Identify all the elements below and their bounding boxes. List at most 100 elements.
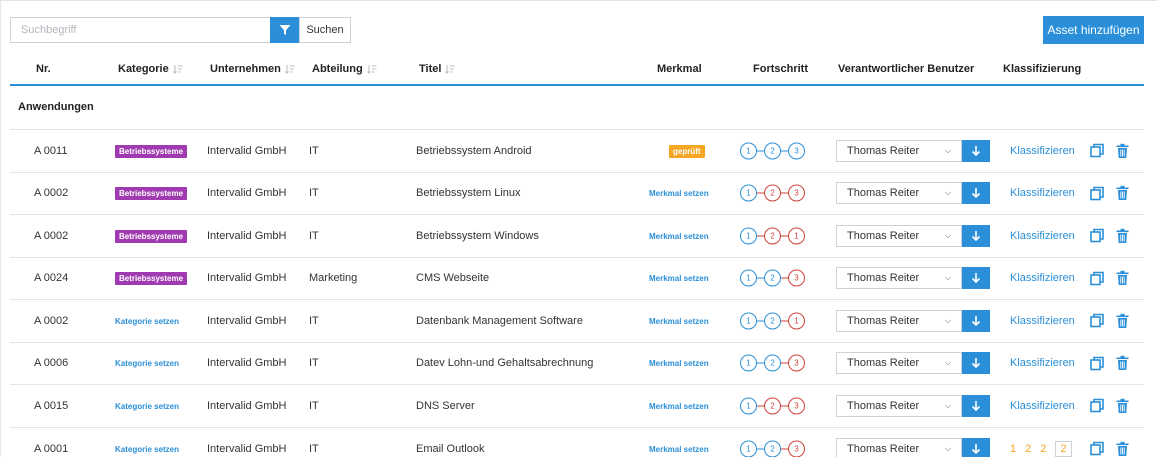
- progress-step[interactable]: 2: [764, 227, 781, 245]
- set-merkmal-link[interactable]: Merkmal setzen: [649, 189, 709, 198]
- assign-user-button[interactable]: [962, 224, 990, 247]
- progress-step[interactable]: 2: [764, 440, 781, 457]
- progress-step[interactable]: 1: [740, 269, 757, 287]
- classification-value[interactable]: 2: [1025, 443, 1031, 455]
- progress-step[interactable]: 2: [764, 354, 781, 372]
- copy-icon[interactable]: [1090, 186, 1104, 201]
- progress-step[interactable]: 1: [740, 184, 757, 202]
- set-category-link[interactable]: Kategorie setzen: [115, 359, 179, 368]
- user-select[interactable]: Thomas Reiter ⌵: [836, 437, 962, 457]
- user-select[interactable]: Thomas Reiter ⌵: [836, 182, 962, 205]
- progress-step[interactable]: 2: [764, 312, 781, 330]
- assign-user-button[interactable]: [962, 139, 990, 162]
- add-asset-button[interactable]: Asset hinzufügen: [1043, 16, 1144, 44]
- column-header-nr[interactable]: Nr.: [36, 63, 51, 75]
- copy-icon[interactable]: [1090, 271, 1104, 286]
- trash-icon[interactable]: [1116, 441, 1129, 456]
- title-cell[interactable]: Betriebssystem Linux: [416, 187, 521, 199]
- classify-link[interactable]: Klassifizieren: [1010, 315, 1075, 327]
- copy-icon[interactable]: [1090, 313, 1104, 328]
- copy-icon[interactable]: [1090, 228, 1104, 243]
- user-select[interactable]: Thomas Reiter ⌵: [836, 309, 962, 332]
- classify-link[interactable]: Klassifizieren: [1010, 187, 1075, 199]
- progress-step[interactable]: 3: [788, 440, 805, 457]
- progress-step[interactable]: 3: [788, 397, 805, 415]
- search-button[interactable]: Suchen: [299, 17, 351, 43]
- assign-user-button[interactable]: [962, 309, 990, 332]
- progress-step[interactable]: 2: [764, 397, 781, 415]
- trash-icon[interactable]: [1116, 143, 1129, 158]
- progress-step[interactable]: 1: [740, 142, 757, 160]
- progress-step[interactable]: 1: [740, 354, 757, 372]
- progress-step[interactable]: 1: [788, 312, 805, 330]
- progress-step[interactable]: 1: [740, 397, 757, 415]
- set-category-link[interactable]: Kategorie setzen: [115, 445, 179, 454]
- user-select[interactable]: Thomas Reiter ⌵: [836, 224, 962, 247]
- copy-icon[interactable]: [1090, 398, 1104, 413]
- classify-link[interactable]: Klassifizieren: [1010, 400, 1075, 412]
- assign-user-button[interactable]: [962, 182, 990, 205]
- trash-icon[interactable]: [1116, 271, 1129, 286]
- title-cell[interactable]: Betriebssystem Android: [416, 145, 532, 157]
- trash-icon[interactable]: [1116, 356, 1129, 371]
- progress-step[interactable]: 1: [788, 227, 805, 245]
- set-merkmal-link[interactable]: Merkmal setzen: [649, 274, 709, 283]
- column-header-unternehmen-label: Unternehmen: [210, 63, 281, 75]
- assign-user-button[interactable]: [962, 394, 990, 417]
- copy-icon[interactable]: [1090, 441, 1104, 456]
- classification-value[interactable]: 2: [1055, 440, 1072, 457]
- search-input[interactable]: [10, 17, 270, 43]
- classify-link[interactable]: Klassifizieren: [1010, 272, 1075, 284]
- trash-icon[interactable]: [1116, 313, 1129, 328]
- user-select-value: Thomas Reiter: [847, 314, 920, 327]
- title-cell[interactable]: CMS Webseite: [416, 272, 489, 284]
- classify-link[interactable]: Klassifizieren: [1010, 357, 1075, 369]
- progress-step[interactable]: 2: [764, 269, 781, 287]
- progress-steps: 123: [740, 354, 805, 372]
- trash-icon[interactable]: [1116, 186, 1129, 201]
- set-category-link[interactable]: Kategorie setzen: [115, 402, 179, 411]
- copy-icon[interactable]: [1090, 143, 1104, 158]
- assign-user-button[interactable]: [962, 352, 990, 375]
- title-cell[interactable]: Datenbank Management Software: [416, 315, 583, 327]
- trash-icon[interactable]: [1116, 228, 1129, 243]
- classification-value[interactable]: 1: [1010, 443, 1016, 455]
- set-merkmal-link[interactable]: Merkmal setzen: [649, 445, 709, 454]
- progress-step[interactable]: 1: [740, 312, 757, 330]
- user-select[interactable]: Thomas Reiter ⌵: [836, 139, 962, 162]
- progress-step[interactable]: 3: [788, 269, 805, 287]
- column-header-unternehmen[interactable]: Unternehmen: [210, 63, 295, 75]
- user-select[interactable]: Thomas Reiter ⌵: [836, 352, 962, 375]
- column-header-kategorie[interactable]: Kategorie: [118, 63, 183, 75]
- user-select[interactable]: Thomas Reiter ⌵: [836, 267, 962, 290]
- title-cell[interactable]: Email Outlook: [416, 443, 484, 455]
- title-cell[interactable]: DNS Server: [416, 400, 475, 412]
- sort-icon: [366, 65, 377, 74]
- assign-user-button[interactable]: [962, 267, 990, 290]
- progress-step[interactable]: 2: [764, 142, 781, 160]
- responsible-user-cell: Thomas Reiter ⌵: [836, 139, 990, 162]
- set-merkmal-link[interactable]: Merkmal setzen: [649, 402, 709, 411]
- classification-value[interactable]: 2: [1040, 443, 1046, 455]
- progress-step[interactable]: 3: [788, 354, 805, 372]
- classify-link[interactable]: Klassifizieren: [1010, 230, 1075, 242]
- progress-step[interactable]: 2: [764, 184, 781, 202]
- progress-step[interactable]: 3: [788, 142, 805, 160]
- column-header-abteilung[interactable]: Abteilung: [312, 63, 377, 75]
- column-header-titel[interactable]: Titel: [419, 63, 455, 75]
- title-cell[interactable]: Datev Lohn-und Gehaltsabrechnung: [416, 357, 593, 369]
- progress-step[interactable]: 3: [788, 184, 805, 202]
- progress-step[interactable]: 1: [740, 227, 757, 245]
- set-category-link[interactable]: Kategorie setzen: [115, 317, 179, 326]
- user-select[interactable]: Thomas Reiter ⌵: [836, 394, 962, 417]
- trash-icon[interactable]: [1116, 398, 1129, 413]
- set-merkmal-link[interactable]: Merkmal setzen: [649, 359, 709, 368]
- copy-icon[interactable]: [1090, 356, 1104, 371]
- classify-link[interactable]: Klassifizieren: [1010, 145, 1075, 157]
- title-cell[interactable]: Betriebssystem Windows: [416, 230, 539, 242]
- set-merkmal-link[interactable]: Merkmal setzen: [649, 232, 709, 241]
- set-merkmal-link[interactable]: Merkmal setzen: [649, 317, 709, 326]
- assign-user-button[interactable]: [962, 437, 990, 457]
- filter-button[interactable]: [270, 17, 299, 43]
- progress-step[interactable]: 1: [740, 440, 757, 457]
